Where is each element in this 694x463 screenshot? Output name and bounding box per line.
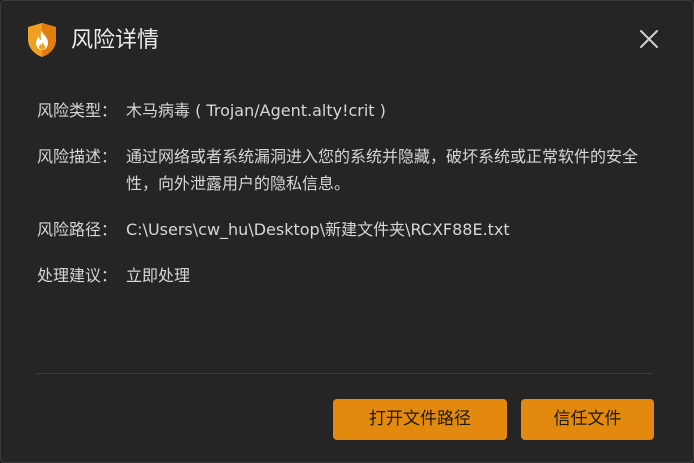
risk-type-label: 风险类型：: [37, 101, 118, 120]
risk-type-value: 木马病毒 ( Trojan/Agent.alty!crit ): [126, 101, 386, 120]
footer-divider: [36, 373, 653, 374]
trust-file-button[interactable]: 信任文件: [521, 399, 654, 440]
shield-flame-icon: [26, 22, 58, 58]
risk-type-row: 风险类型： 木马病毒 ( Trojan/Agent.alty!crit ): [37, 97, 652, 124]
suggestion-label: 处理建议：: [37, 266, 118, 285]
risk-details-dialog: 风险详情 风险类型： 木马病毒 ( Trojan/Agent.alty!crit…: [0, 0, 694, 463]
suggestion-value: 立即处理: [126, 266, 191, 285]
open-file-path-button[interactable]: 打开文件路径: [333, 399, 507, 440]
risk-path-label: 风险路径：: [37, 220, 118, 239]
risk-path-row: 风险路径： C:\Users\cw_hu\Desktop\新建文件夹\RCXF8…: [37, 216, 652, 243]
dialog-title: 风险详情: [71, 28, 160, 53]
risk-description-value: 通过网络或者系统漏洞进入您的系统并隐藏，破坏系统或正常软件的安全性，向外泄露用户…: [126, 147, 639, 193]
risk-path-value: C:\Users\cw_hu\Desktop\新建文件夹\RCXF88E.txt: [126, 220, 510, 239]
risk-description-label: 风险描述：: [37, 147, 118, 166]
risk-description-row: 风险描述： 通过网络或者系统漏洞进入您的系统并隐藏，破坏系统或正常软件的安全性，…: [37, 143, 652, 197]
dialog-titlebar: 风险详情: [1, 1, 693, 81]
close-icon[interactable]: [637, 27, 661, 51]
suggestion-row: 处理建议： 立即处理: [37, 262, 652, 289]
risk-details-list: 风险类型： 木马病毒 ( Trojan/Agent.alty!crit ) 风险…: [37, 97, 652, 308]
